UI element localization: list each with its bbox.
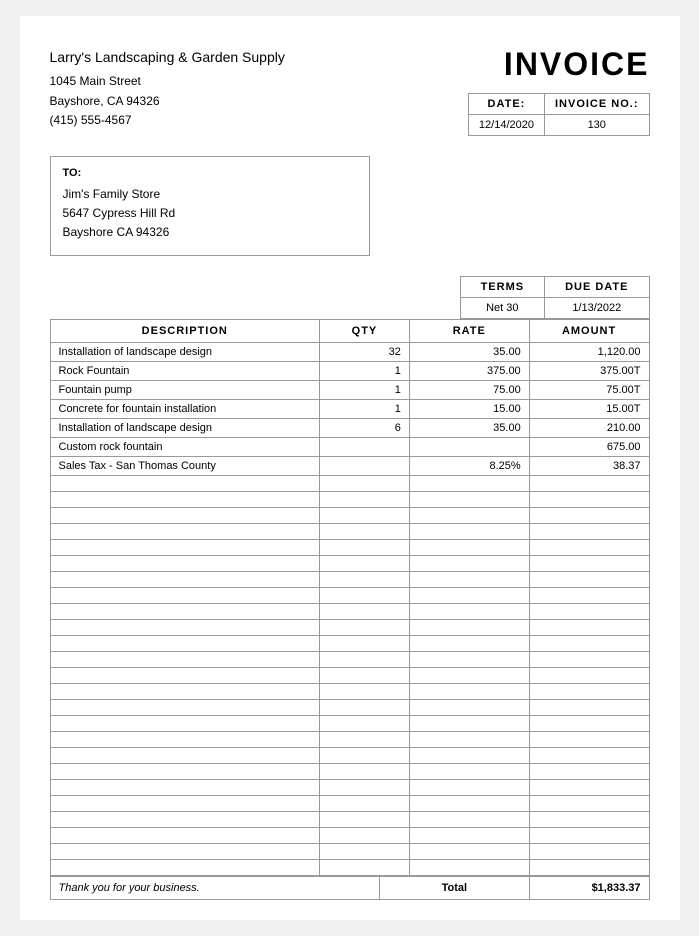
row-amount-0: 1,120.00 bbox=[529, 343, 649, 362]
empty-row bbox=[50, 764, 649, 780]
row-amount-3: 15.00T bbox=[529, 400, 649, 419]
terms-value: Net 30 bbox=[460, 298, 545, 319]
main-table: DESCRIPTION QTY RATE AMOUNT Installation… bbox=[50, 319, 650, 876]
to-box: TO: Jim's Family Store 5647 Cypress Hill… bbox=[50, 156, 370, 256]
empty-row bbox=[50, 508, 649, 524]
row-amount-5: 675.00 bbox=[529, 438, 649, 457]
company-address2: Bayshore, CA 94326 bbox=[50, 92, 285, 111]
invoice-no-value: 130 bbox=[544, 115, 649, 136]
row-description-1: Rock Fountain bbox=[50, 362, 320, 381]
empty-row bbox=[50, 556, 649, 572]
row-qty-0: 32 bbox=[320, 343, 410, 362]
row-amount-4: 210.00 bbox=[529, 419, 649, 438]
table-row: Installation of landscape design 32 35.0… bbox=[50, 343, 649, 362]
to-name: Jim's Family Store bbox=[63, 185, 357, 204]
empty-row bbox=[50, 588, 649, 604]
col-rate-header: RATE bbox=[409, 320, 529, 343]
row-amount-1: 375.00T bbox=[529, 362, 649, 381]
table-row: Rock Fountain 1 375.00 375.00T bbox=[50, 362, 649, 381]
row-description-0: Installation of landscape design bbox=[50, 343, 320, 362]
empty-row bbox=[50, 844, 649, 860]
row-rate-2: 75.00 bbox=[409, 381, 529, 400]
empty-row bbox=[50, 652, 649, 668]
row-rate-6: 8.25% bbox=[409, 457, 529, 476]
terms-label: TERMS bbox=[460, 277, 545, 298]
row-rate-1: 375.00 bbox=[409, 362, 529, 381]
empty-row bbox=[50, 684, 649, 700]
table-row: Sales Tax - San Thomas County 8.25% 38.3… bbox=[50, 457, 649, 476]
row-qty-1: 1 bbox=[320, 362, 410, 381]
row-amount-6: 38.37 bbox=[529, 457, 649, 476]
row-description-3: Concrete for fountain installation bbox=[50, 400, 320, 419]
to-address2: Bayshore CA 94326 bbox=[63, 223, 357, 242]
to-address1: 5647 Cypress Hill Rd bbox=[63, 204, 357, 223]
table-row: Concrete for fountain installation 1 15.… bbox=[50, 400, 649, 419]
terms-section: TERMS DUE DATE Net 30 1/13/2022 bbox=[50, 276, 650, 319]
due-date-value: 1/13/2022 bbox=[545, 298, 649, 319]
col-qty-header: QTY bbox=[320, 320, 410, 343]
empty-row bbox=[50, 636, 649, 652]
invoice-no-label: INVOICE NO.: bbox=[544, 94, 649, 115]
company-name: Larry's Landscaping & Garden Supply bbox=[50, 46, 285, 68]
to-section: TO: Jim's Family Store 5647 Cypress Hill… bbox=[50, 156, 370, 256]
empty-row bbox=[50, 716, 649, 732]
table-row: Custom rock fountain 675.00 bbox=[50, 438, 649, 457]
header-section: Larry's Landscaping & Garden Supply 1045… bbox=[50, 46, 650, 136]
invoice-meta-table: DATE: INVOICE NO.: 12/14/2020 130 bbox=[468, 93, 650, 136]
row-description-4: Installation of landscape design bbox=[50, 419, 320, 438]
date-label: DATE: bbox=[468, 94, 544, 115]
total-amount: $1,833.37 bbox=[529, 877, 649, 900]
company-phone: (415) 555-4567 bbox=[50, 111, 285, 130]
empty-row bbox=[50, 620, 649, 636]
empty-row bbox=[50, 732, 649, 748]
table-row: Installation of landscape design 6 35.00… bbox=[50, 419, 649, 438]
total-label: Total bbox=[379, 877, 529, 900]
invoice-header: INVOICE DATE: INVOICE NO.: 12/14/2020 13… bbox=[468, 46, 650, 136]
row-qty-5 bbox=[320, 438, 410, 457]
company-info: Larry's Landscaping & Garden Supply 1045… bbox=[50, 46, 285, 130]
row-qty-2: 1 bbox=[320, 381, 410, 400]
empty-row bbox=[50, 780, 649, 796]
empty-row bbox=[50, 668, 649, 684]
row-rate-3: 15.00 bbox=[409, 400, 529, 419]
empty-row bbox=[50, 540, 649, 556]
col-description-header: DESCRIPTION bbox=[50, 320, 320, 343]
invoice-title: INVOICE bbox=[468, 46, 650, 83]
empty-row bbox=[50, 572, 649, 588]
row-qty-3: 1 bbox=[320, 400, 410, 419]
terms-table: TERMS DUE DATE Net 30 1/13/2022 bbox=[460, 276, 650, 319]
footer-table: Thank you for your business. Total $1,83… bbox=[50, 876, 650, 900]
empty-row bbox=[50, 860, 649, 876]
empty-row bbox=[50, 604, 649, 620]
empty-row bbox=[50, 796, 649, 812]
empty-row bbox=[50, 476, 649, 492]
thank-you-text: Thank you for your business. bbox=[50, 877, 379, 900]
to-label: TO: bbox=[63, 167, 357, 179]
empty-row bbox=[50, 700, 649, 716]
company-address1: 1045 Main Street bbox=[50, 72, 285, 91]
empty-row bbox=[50, 492, 649, 508]
row-description-6: Sales Tax - San Thomas County bbox=[50, 457, 320, 476]
row-rate-0: 35.00 bbox=[409, 343, 529, 362]
row-rate-4: 35.00 bbox=[409, 419, 529, 438]
row-description-5: Custom rock fountain bbox=[50, 438, 320, 457]
row-qty-4: 6 bbox=[320, 419, 410, 438]
to-content: Jim's Family Store 5647 Cypress Hill Rd … bbox=[63, 185, 357, 243]
invoice-page: Larry's Landscaping & Garden Supply 1045… bbox=[20, 16, 680, 920]
col-amount-header: AMOUNT bbox=[529, 320, 649, 343]
row-description-2: Fountain pump bbox=[50, 381, 320, 400]
due-date-label: DUE DATE bbox=[545, 277, 649, 298]
table-row: Fountain pump 1 75.00 75.00T bbox=[50, 381, 649, 400]
row-rate-5 bbox=[409, 438, 529, 457]
empty-row bbox=[50, 748, 649, 764]
row-qty-6 bbox=[320, 457, 410, 476]
row-amount-2: 75.00T bbox=[529, 381, 649, 400]
empty-row bbox=[50, 524, 649, 540]
empty-row bbox=[50, 828, 649, 844]
empty-row bbox=[50, 812, 649, 828]
date-value: 12/14/2020 bbox=[468, 115, 544, 136]
